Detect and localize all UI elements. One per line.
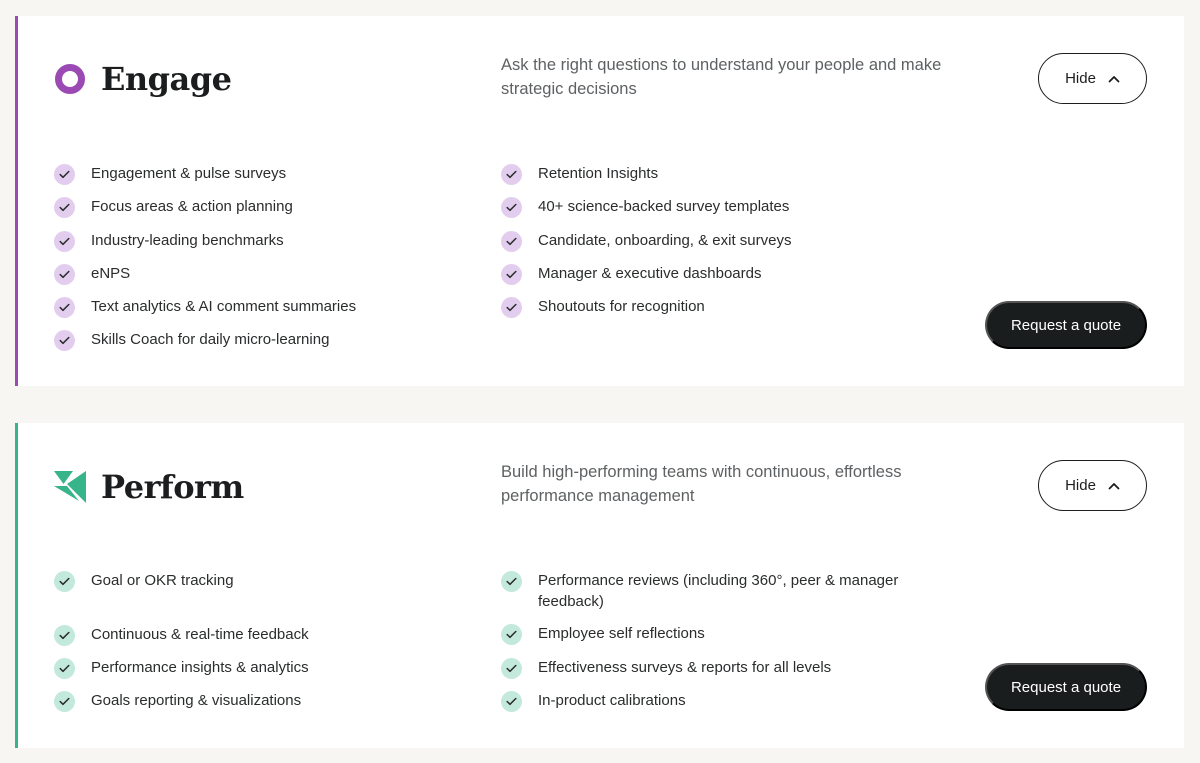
feature-label: eNPS [91, 264, 131, 282]
perform-hide-button[interactable]: Hide [1038, 460, 1147, 511]
feature-label: Text analytics & AI comment summaries [91, 298, 357, 316]
feature-label: Performance reviews (including 360°, pee… [538, 572, 899, 610]
check-icon [54, 571, 75, 592]
engage-request-quote-button[interactable]: Request a quote [985, 301, 1147, 349]
feature-label: Shoutouts for recognition [538, 298, 705, 316]
feature-label: Effectiveness surveys & reports for all … [538, 658, 832, 676]
engage-hide-label: Hide [1065, 70, 1096, 87]
check-icon [54, 230, 75, 252]
feature-label: In-product calibrations [538, 691, 686, 709]
feature-label: Engagement & pulse surveys [91, 165, 287, 182]
feature-item: Performance reviews (including 360°, pee… [501, 571, 921, 612]
feature-item: Employee self reflections [501, 624, 921, 646]
feature-label: Manager & executive dashboards [538, 264, 762, 282]
feature-label: 40+ science-backed survey templates [538, 198, 790, 216]
check-icon [501, 197, 522, 219]
feature-item: eNPS [54, 263, 474, 285]
feature-label: Continuous & real-time feedback [91, 625, 309, 643]
feature-item: Candidate, onboarding, & exit surveys [501, 230, 921, 252]
feature-label: Industry-leading benchmarks [91, 231, 284, 249]
check-icon [54, 658, 75, 680]
perform-arrow-icon [54, 471, 86, 503]
check-icon [501, 690, 522, 712]
chevron-up-icon [1108, 482, 1120, 489]
feature-item: In-product calibrations [501, 690, 921, 712]
feature-label: Goals reporting & visualizations [91, 692, 302, 710]
check-icon [501, 657, 522, 679]
chevron-up-icon [1108, 75, 1120, 82]
perform-features-right: Performance reviews (including 360°, pee… [501, 571, 921, 724]
feature-item: Engagement & pulse surveys [54, 164, 474, 185]
check-icon [54, 691, 75, 713]
perform-hide-label: Hide [1065, 477, 1096, 494]
feature-item: Shoutouts for recognition [501, 297, 921, 319]
check-icon [54, 263, 75, 285]
engage-card: Engage Ask the right questions to unders… [15, 16, 1184, 386]
feature-label: Skills Coach for daily micro-learning [91, 331, 330, 349]
perform-brand: Perform [54, 468, 244, 506]
check-icon [501, 297, 522, 319]
feature-label: Focus areas & action planning [91, 198, 293, 216]
engage-ring-icon [55, 64, 85, 94]
engage-tagline: Ask the right questions to understand yo… [501, 56, 942, 98]
perform-title: Perform [101, 468, 244, 506]
feature-item: Effectiveness surveys & reports for all … [501, 657, 921, 679]
check-icon [54, 197, 75, 219]
feature-item: Focus areas & action planning [54, 197, 474, 219]
perform-features-left: Goal or OKR tracking Continuous & real-t… [54, 571, 474, 725]
check-icon [54, 164, 75, 185]
feature-item: Industry-leading benchmarks [54, 230, 474, 252]
feature-item: Goals reporting & visualizations [54, 691, 474, 713]
perform-request-quote-button[interactable]: Request a quote [985, 663, 1147, 711]
feature-label: Candidate, onboarding, & exit surveys [538, 231, 792, 249]
feature-label: Retention Insights [538, 165, 659, 182]
perform-tagline: Build high-performing teams with continu… [501, 463, 902, 505]
feature-item: Continuous & real-time feedback [54, 624, 474, 646]
feature-item: Skills Coach for daily micro-learning [54, 330, 474, 352]
check-icon [501, 164, 522, 185]
engage-features-left: Engagement & pulse surveys Focus areas &… [54, 164, 474, 364]
engage-title: Engage [101, 60, 232, 98]
feature-item: Retention Insights [501, 164, 921, 185]
engage-features-right: Retention Insights 40+ science-backed su… [501, 164, 921, 330]
check-icon [501, 571, 522, 592]
feature-item: Goal or OKR tracking [54, 571, 474, 592]
feature-item: Text analytics & AI comment summaries [54, 297, 474, 319]
engage-brand: Engage [54, 60, 232, 98]
check-icon [54, 297, 75, 319]
feature-label: Goal or OKR tracking [91, 572, 234, 589]
check-icon [501, 624, 522, 646]
feature-label: Employee self reflections [538, 625, 705, 643]
check-icon [501, 263, 522, 285]
feature-item: Manager & executive dashboards [501, 263, 921, 285]
feature-item: Performance insights & analytics [54, 658, 474, 680]
feature-label: Performance insights & analytics [91, 659, 309, 677]
check-icon [54, 330, 75, 352]
feature-item: 40+ science-backed survey templates [501, 197, 921, 219]
check-icon [54, 624, 75, 646]
perform-card: Perform Build high-performing teams with… [15, 423, 1184, 748]
engage-hide-button[interactable]: Hide [1038, 53, 1147, 104]
check-icon [501, 230, 522, 252]
